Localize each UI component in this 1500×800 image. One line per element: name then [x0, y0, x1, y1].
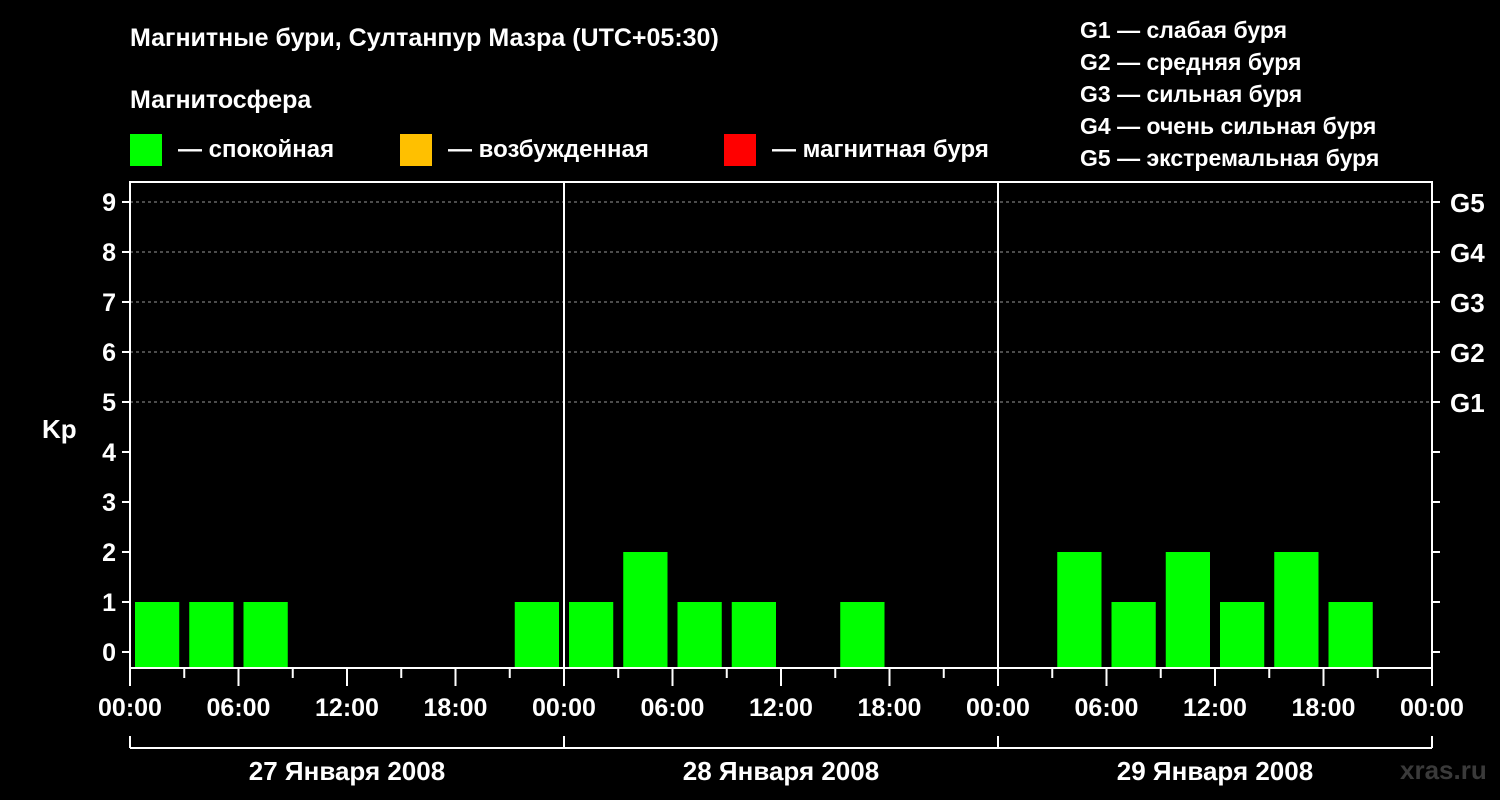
x-tick-label: 00:00: [532, 694, 596, 722]
storm-level-tick-label: G1: [1450, 388, 1485, 418]
y-tick-label: 1: [102, 589, 116, 617]
kp-bar: [1165, 552, 1210, 668]
kp-bar: [840, 602, 885, 668]
y-tick-label: 4: [102, 439, 116, 467]
kp-bar: [1111, 602, 1156, 668]
y-axis-label: Kp: [42, 414, 77, 444]
kp-bar: [1328, 602, 1373, 668]
y-tick-label: 5: [102, 389, 116, 417]
x-tick-label: 12:00: [315, 694, 379, 722]
y-tick-label: 8: [102, 239, 116, 267]
kp-bar: [1220, 602, 1265, 668]
y-tick-label: 6: [102, 339, 116, 367]
kp-bar: [243, 602, 288, 668]
kp-chart: 0 1 2 3 4 5 6 7 8 9 G1 G2 G3 G4 G5 Kp 00:00 06:00 12:00 18:…: [42, 181, 1485, 786]
x-tick-label: 18:00: [424, 694, 488, 722]
x-tick-label: 06:00: [641, 694, 705, 722]
kp-bar: [623, 552, 668, 668]
storm-level-tick-label: G2: [1450, 338, 1485, 368]
x-tick-label: 12:00: [1183, 694, 1247, 722]
kp-bar: [731, 602, 776, 668]
storm-level-tick-label: G5: [1450, 188, 1485, 218]
x-tick-label: 18:00: [858, 694, 922, 722]
plot-frame: [129, 181, 1433, 669]
kp-bar: [189, 602, 234, 668]
kp-bar: [135, 602, 180, 668]
kp-bar: [677, 602, 722, 668]
y-tick-label: 7: [102, 289, 116, 317]
x-tick-label: 00:00: [98, 694, 162, 722]
y-tick-label: 9: [102, 189, 116, 217]
x-tick-label: 06:00: [1075, 694, 1139, 722]
x-tick-label: 18:00: [1292, 694, 1356, 722]
x-tick-label: 00:00: [1400, 694, 1464, 722]
day-label: 29 Января 2008: [1117, 756, 1313, 786]
kp-bar: [569, 602, 614, 668]
kp-bar: [1274, 552, 1319, 668]
x-tick-label: 00:00: [966, 694, 1030, 722]
storm-level-tick-label: G3: [1450, 288, 1485, 318]
y-tick-label: 3: [102, 489, 116, 517]
storm-level-tick-label: G4: [1450, 238, 1485, 268]
kp-bar: [1057, 552, 1102, 668]
x-tick-label: 12:00: [749, 694, 813, 722]
y-tick-label: 2: [102, 539, 116, 567]
day-label: 27 Января 2008: [249, 756, 445, 786]
day-label: 28 Января 2008: [683, 756, 879, 786]
y-tick-label: 0: [102, 639, 116, 667]
kp-bar: [514, 602, 559, 668]
watermark: xras.ru: [1400, 755, 1487, 785]
x-tick-label: 06:00: [207, 694, 271, 722]
